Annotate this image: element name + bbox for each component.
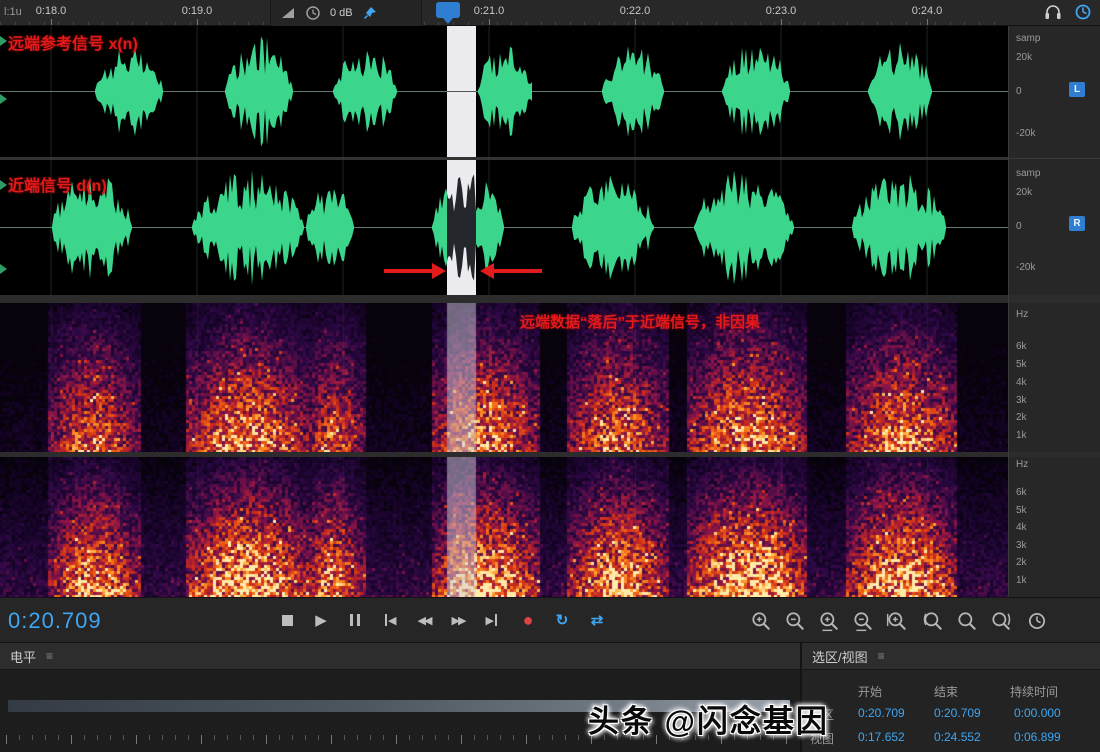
zoom-selection-left-button[interactable] — [922, 610, 944, 632]
right-arrow-head-icon — [480, 263, 494, 279]
freq-3k-label: 3k — [1016, 395, 1027, 406]
left-arrow-shaft — [384, 269, 432, 273]
play-button[interactable]: ▶ — [307, 606, 335, 634]
time-label-23: 0:23.0 — [765, 5, 797, 17]
amp-unit-label: samp — [1016, 168, 1041, 179]
transport-bar: 0:20.709 ▶ ◀ ◀◀ ▶▶ ▶ ● ↻ ⇄ — [0, 597, 1100, 643]
freq-4k-label: 4k — [1016, 377, 1027, 388]
levels-panel-title: 电平 — [10, 649, 37, 665]
move-to-end-button[interactable]: ▶ — [478, 606, 506, 634]
clock-icon[interactable] — [305, 5, 321, 21]
selection-view-panel-title: 选区/视图 — [812, 649, 868, 665]
ruler-unit-label: l:1u — [4, 6, 22, 18]
freq-5k-label: 5k — [1016, 359, 1027, 370]
zoom-out-time-button[interactable] — [852, 610, 874, 632]
pin-icon[interactable] — [362, 5, 378, 21]
panel-menu-icon[interactable]: ≡ — [878, 649, 885, 663]
ruler-separator — [1009, 158, 1100, 159]
time-label-21: 0:21.0 — [473, 5, 505, 17]
monitor-toolbar: 0 dB — [270, 0, 422, 26]
amp-neg20k-label: -20k — [1016, 262, 1036, 273]
left-arrow-head-icon — [432, 263, 446, 279]
db-readout: 0 dB — [330, 7, 353, 19]
ruler-gap — [1009, 452, 1100, 457]
clip-marker-icon — [0, 36, 7, 46]
zoom-selection-right-button[interactable] — [990, 610, 1012, 632]
zoom-out-button[interactable] — [784, 610, 806, 632]
time-label-22: 0:22.0 — [619, 5, 651, 17]
skip-selection-button[interactable]: ⇄ — [583, 606, 611, 634]
audio-hardware-icon[interactable] — [1074, 2, 1092, 22]
annotation-near-end-label: 近端信号 d(n) — [8, 178, 107, 195]
playhead-marker[interactable] — [436, 2, 460, 24]
waveform-track-far-end[interactable] — [0, 26, 1008, 157]
amp-neg20k-label: -20k — [1016, 128, 1036, 139]
pause-button[interactable] — [341, 606, 369, 634]
pane-divider[interactable] — [0, 295, 1008, 303]
zoom-reset-button[interactable] — [1026, 610, 1048, 632]
annotation-noncausal-label: 远端数据“落后”于近端信号，非因果 — [520, 314, 761, 331]
clip-marker-icon — [0, 180, 7, 190]
zoom-selection-button[interactable] — [956, 610, 978, 632]
col-start-header: 开始 — [858, 685, 883, 699]
waveform-track-near-end[interactable] — [0, 160, 1008, 295]
move-to-start-button[interactable]: ◀ — [376, 606, 404, 634]
audio-editor-app: l:1u 0:18.0 0:19.0 0:20.0 0:21.0 0:22.0 … — [0, 0, 1100, 752]
stop-button[interactable] — [273, 606, 301, 634]
loop-playback-button[interactable]: ↻ — [548, 606, 576, 634]
record-button[interactable]: ● — [514, 606, 542, 634]
selection-end-value[interactable]: 0:20.709 — [934, 706, 981, 720]
col-duration-header: 持续时间 — [1010, 685, 1059, 699]
zoom-in-button[interactable] — [750, 610, 772, 632]
time-label-24: 0:24.0 — [911, 5, 943, 17]
timeline-ruler[interactable]: l:1u 0:18.0 0:19.0 0:20.0 0:21.0 0:22.0 … — [0, 0, 1100, 26]
selection-start-value[interactable]: 0:20.709 — [858, 706, 905, 720]
freq-6k-label: 6k — [1016, 487, 1027, 498]
watermark: 头条 @闪念基因 — [588, 704, 829, 739]
annotation-far-end-label: 远端参考信号 x(n) — [8, 36, 138, 53]
freq-1k-label: 1k — [1016, 575, 1027, 586]
clip-marker-icon — [0, 94, 7, 104]
rewind-button[interactable]: ◀◀ — [410, 606, 438, 634]
amp-20k-label: 20k — [1016, 52, 1033, 63]
amp-0-label: 0 — [1016, 221, 1022, 232]
time-label-19: 0:19.0 — [181, 5, 213, 17]
freq-unit-label: Hz — [1016, 459, 1029, 470]
clip-marker-icon — [0, 264, 7, 274]
amp-0-label: 0 — [1016, 86, 1022, 97]
waveform-editor[interactable] — [0, 26, 1008, 295]
freq-unit-label: Hz — [1016, 309, 1029, 320]
headset-icon[interactable] — [1044, 2, 1062, 22]
view-start-value[interactable]: 0:17.652 — [858, 730, 905, 744]
time-label-18: 0:18.0 — [35, 5, 67, 17]
selection-view-panel: 选区/视图 ≡ 开始 结束 持续时间 选区 0:20.709 0:20.709 … — [802, 643, 1100, 752]
volume-fader-icon[interactable] — [280, 5, 296, 21]
channel-badge-right[interactable]: R — [1069, 216, 1085, 231]
amp-unit-label: samp — [1016, 33, 1041, 44]
zoom-in-time-button[interactable] — [818, 610, 840, 632]
spectrogram-far-end[interactable] — [0, 303, 1008, 452]
selection-duration-value[interactable]: 0:00.000 — [1014, 706, 1061, 720]
amp-20k-label: 20k — [1016, 187, 1033, 198]
freq-5k-label: 5k — [1016, 505, 1027, 516]
freq-2k-label: 2k — [1016, 557, 1027, 568]
playhead-time-display[interactable]: 0:20.709 — [8, 608, 102, 634]
panel-menu-icon[interactable]: ≡ — [46, 649, 53, 663]
col-end-header: 结束 — [934, 685, 959, 699]
freq-2k-label: 2k — [1016, 412, 1027, 423]
view-end-value[interactable]: 0:24.552 — [934, 730, 981, 744]
ruler-gap — [1009, 295, 1100, 303]
channel-badge-left[interactable]: L — [1069, 82, 1085, 97]
freq-4k-label: 4k — [1016, 522, 1027, 533]
zoom-amplitude-button[interactable] — [886, 610, 908, 632]
freq-6k-label: 6k — [1016, 341, 1027, 352]
right-arrow-shaft — [494, 269, 542, 273]
view-duration-value[interactable]: 0:06.899 — [1014, 730, 1061, 744]
scale-rulers[interactable]: samp 20k 0 -20k L samp 20k 0 -20k R Hz 6… — [1008, 26, 1100, 597]
freq-3k-label: 3k — [1016, 540, 1027, 551]
fast-forward-button[interactable]: ▶▶ — [444, 606, 472, 634]
freq-1k-label: 1k — [1016, 430, 1027, 441]
spectrogram-near-end[interactable] — [0, 457, 1008, 597]
